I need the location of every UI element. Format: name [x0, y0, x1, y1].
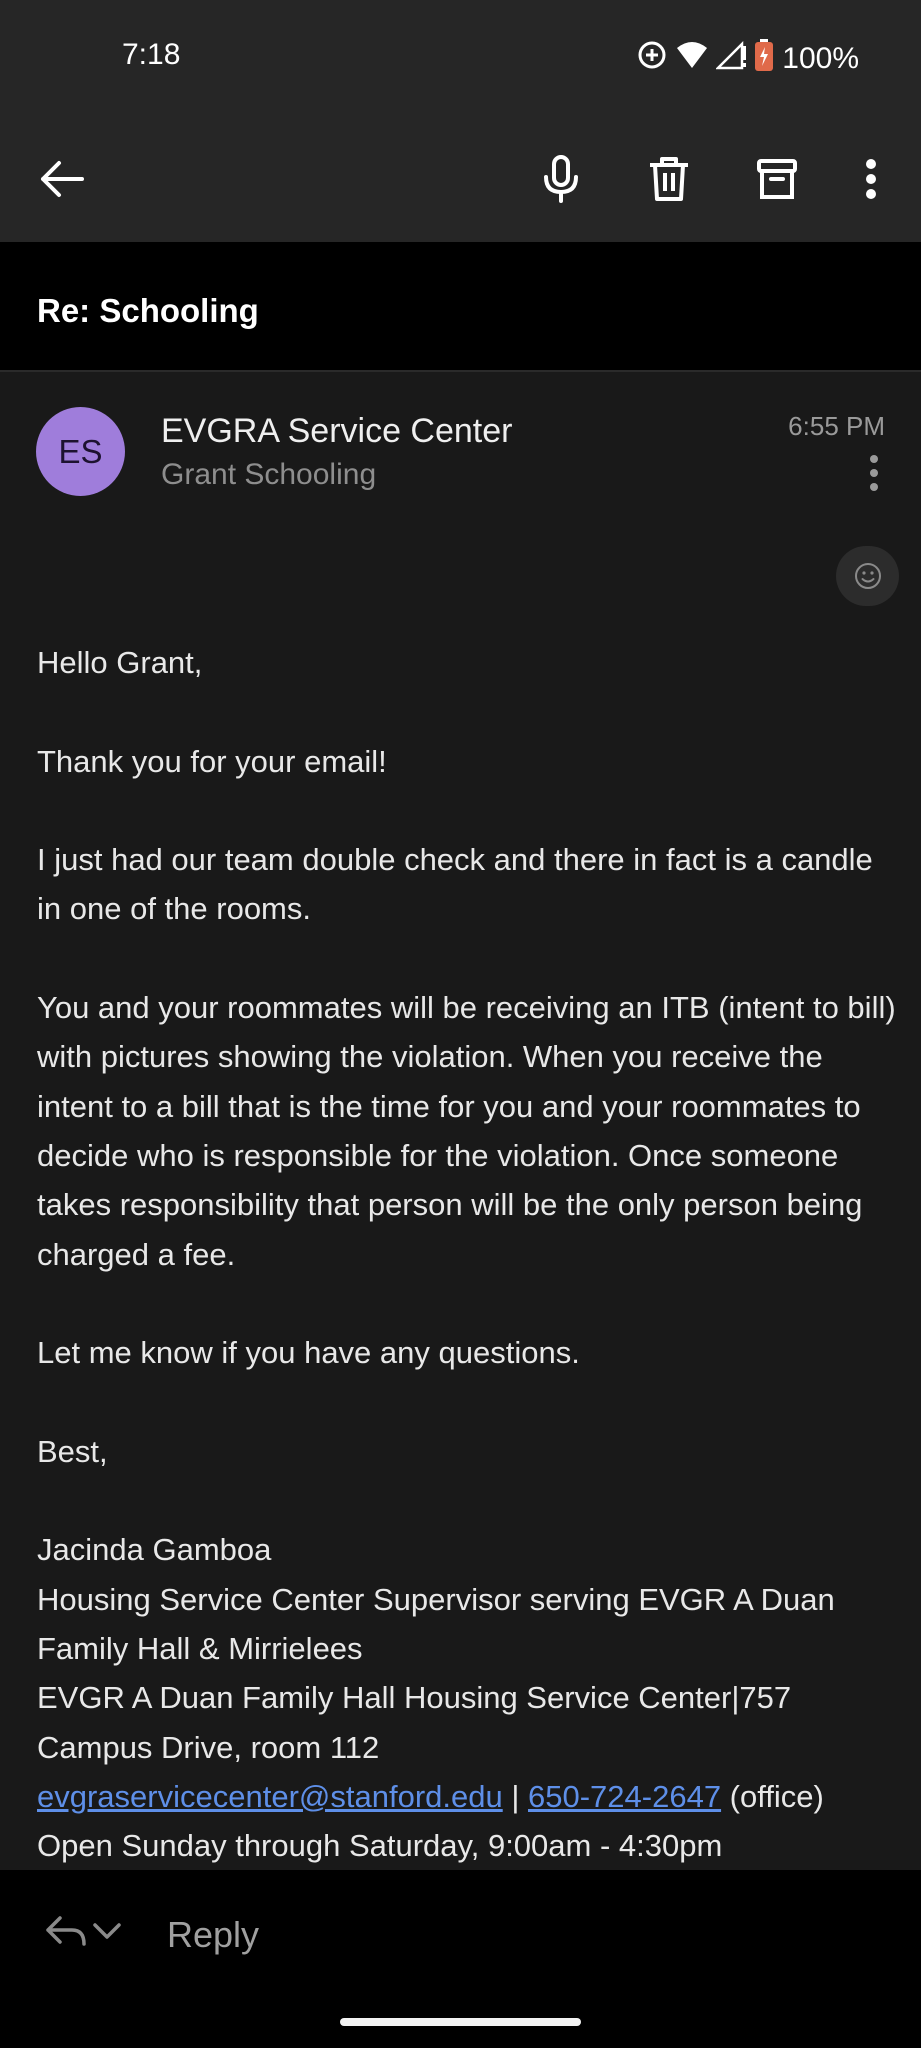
status-time: 7:18 [122, 38, 181, 71]
home-indicator[interactable] [340, 2018, 581, 2026]
reply-options[interactable] [44, 1914, 122, 1948]
back-arrow-icon [41, 161, 84, 197]
data-saver-icon [636, 39, 668, 79]
body-paragraph: Thank you for your email! [37, 743, 387, 779]
more-options-button[interactable] [836, 144, 906, 214]
body-paragraph: Let me know if you have any questions. [37, 1335, 580, 1371]
delete-button[interactable] [634, 144, 704, 214]
more-vert-icon [870, 455, 878, 491]
trash-icon [650, 157, 688, 201]
reply-icon [46, 1916, 86, 1946]
divider [0, 370, 921, 372]
greeting: Hello Grant, [37, 645, 203, 680]
email-body: Hello Grant, Thank you for your email! I… [37, 638, 897, 1870]
back-button[interactable] [27, 144, 97, 214]
signature-name: Jacinda Gamboa [37, 1532, 272, 1568]
sender-avatar[interactable]: ES [36, 407, 125, 496]
chevron-down-icon [93, 1923, 121, 1939]
battery-percent: 100% [782, 42, 859, 75]
signature-hours: Open Sunday through Saturday, 9:00am - 4… [37, 1828, 723, 1864]
email-toolbar [0, 116, 921, 242]
microphone-icon [544, 155, 578, 203]
wifi-icon [676, 40, 708, 78]
sender-name[interactable]: EVGRA Service Center [161, 412, 512, 451]
reply-button[interactable]: Reply [167, 1914, 259, 1956]
signature-contact: evgraservicecenter@stanford.edu | 650-72… [37, 1772, 897, 1821]
add-reaction-button[interactable] [836, 546, 899, 606]
status-icons: 100% [636, 38, 859, 80]
separator: | [502, 1778, 528, 1814]
body-paragraph: I just had our team double check and the… [37, 842, 873, 927]
voice-button[interactable] [526, 144, 596, 214]
email-time: 6:55 PM [788, 411, 885, 441]
more-vert-icon [866, 159, 876, 199]
message-more-button[interactable] [859, 452, 889, 494]
battery-icon [754, 38, 774, 80]
signature-address: EVGR A Duan Family Hall Housing Service … [37, 1680, 792, 1765]
phone-link[interactable]: 650-724-2647 [528, 1779, 721, 1814]
recipient-name[interactable]: Grant Schooling [161, 458, 376, 492]
archive-button[interactable] [742, 144, 812, 214]
archive-icon [757, 159, 797, 199]
status-bar: 7:18 100% [0, 0, 921, 116]
body-paragraph: You and your roommates will be receiving… [37, 990, 896, 1272]
signal-icon [715, 40, 747, 78]
phone-note: (office) [721, 1778, 824, 1814]
closing: Best, [37, 1433, 108, 1469]
signature-title: Housing Service Center Supervisor servin… [37, 1581, 835, 1666]
smiley-icon [854, 563, 881, 589]
email-subject: Re: Schooling [37, 292, 259, 329]
email-link[interactable]: evgraservicecenter@stanford.edu [37, 1779, 503, 1814]
